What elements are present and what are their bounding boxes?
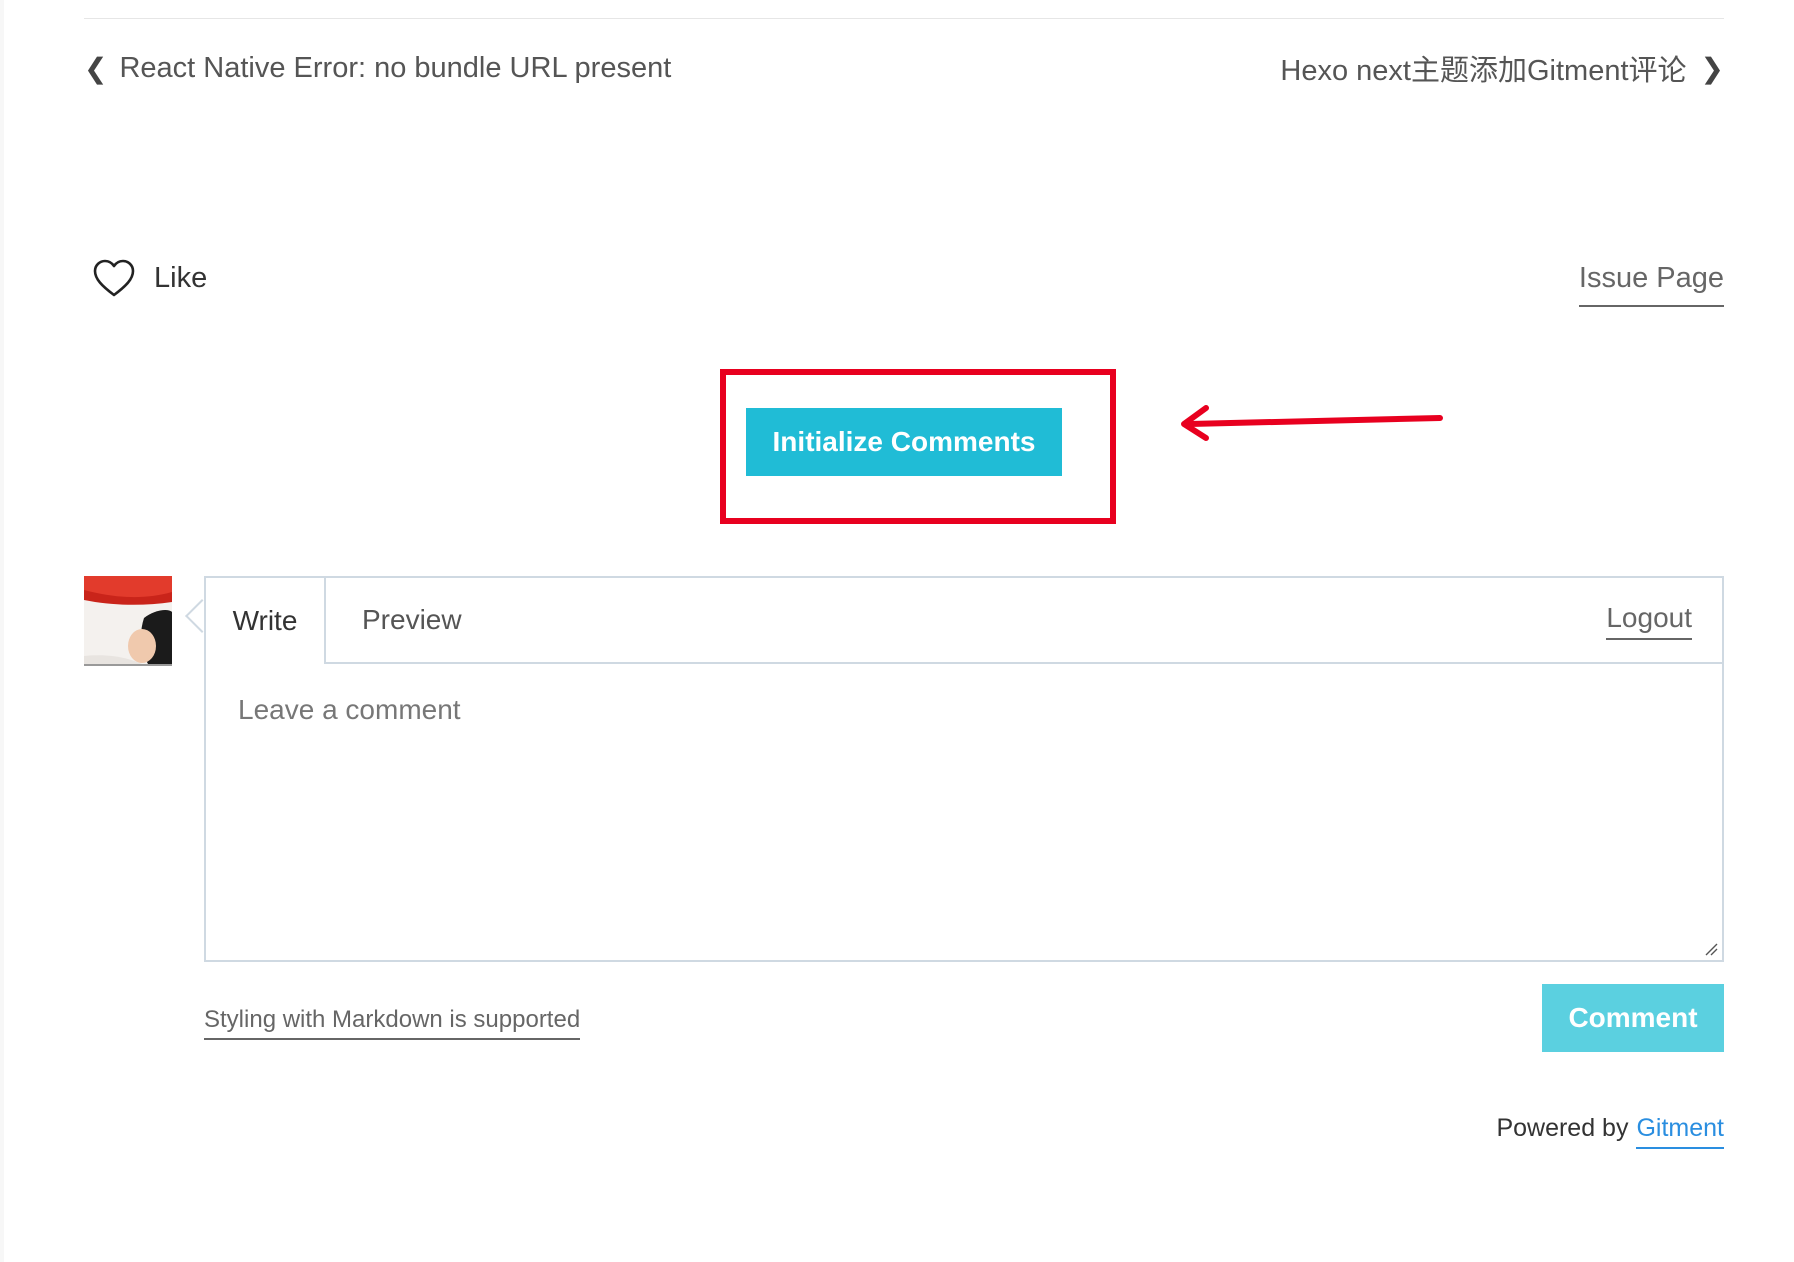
left-edge bbox=[0, 0, 4, 1262]
tab-write[interactable]: Write bbox=[206, 578, 326, 664]
top-divider bbox=[84, 18, 1724, 19]
issue-page-link[interactable]: Issue Page bbox=[1578, 262, 1724, 307]
comment-button[interactable]: Comment bbox=[1542, 984, 1724, 1052]
gitment-link[interactable]: Gitment bbox=[1636, 1114, 1724, 1149]
avatar-image bbox=[84, 576, 172, 664]
heart-icon bbox=[93, 259, 135, 297]
avatar bbox=[84, 576, 172, 666]
like-button[interactable]: Like bbox=[92, 256, 207, 300]
powered-by: Powered by Gitment bbox=[1496, 1114, 1724, 1149]
annotation-arrow-icon bbox=[1181, 405, 1443, 441]
page: ❮ React Native Error: no bundle URL pres… bbox=[0, 0, 1794, 1262]
like-label: Like bbox=[154, 261, 208, 294]
comment-textarea[interactable] bbox=[206, 664, 1722, 960]
next-post-link[interactable]: Hexo next主题添加Gitment评论 ❯ bbox=[1280, 48, 1724, 88]
tab-preview[interactable]: Preview bbox=[362, 578, 462, 662]
chevron-left-icon: ❮ bbox=[84, 52, 108, 84]
chevron-right-icon: ❯ bbox=[1700, 52, 1724, 84]
markdown-support-link[interactable]: Styling with Markdown is supported bbox=[204, 1006, 581, 1040]
logout-link[interactable]: Logout bbox=[1606, 602, 1692, 640]
initialize-comments-button[interactable]: Initialize Comments bbox=[746, 408, 1062, 476]
resize-grip-icon[interactable] bbox=[1702, 940, 1718, 956]
prev-post-label: React Native Error: no bundle URL presen… bbox=[119, 51, 672, 84]
powered-by-label: Powered by bbox=[1496, 1114, 1629, 1142]
prev-post-link[interactable]: ❮ React Native Error: no bundle URL pres… bbox=[84, 48, 671, 88]
next-post-label: Hexo next主题添加Gitment评论 bbox=[1280, 55, 1687, 87]
editor-tabs: Write Preview Logout bbox=[206, 578, 1722, 664]
comment-editor: Write Preview Logout bbox=[204, 576, 1724, 962]
